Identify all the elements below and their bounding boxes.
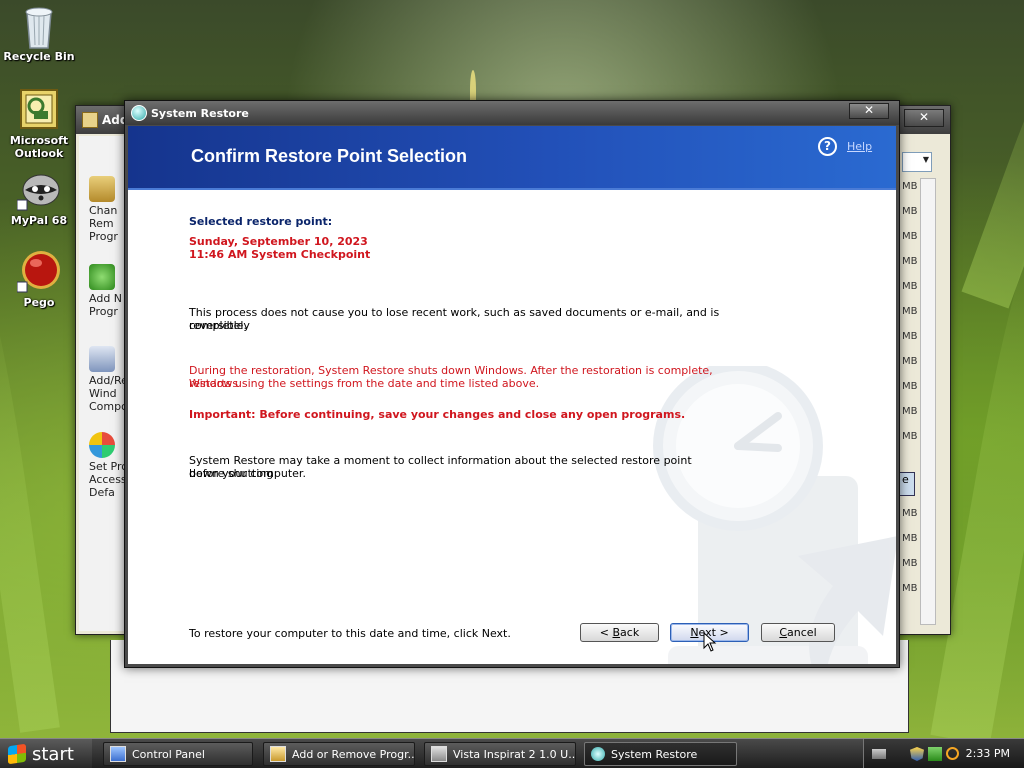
help-icon[interactable]: ? [818, 137, 837, 156]
mouse-cursor-icon [703, 632, 717, 652]
outlook-icon [17, 88, 61, 132]
add-remove-programs-icon [270, 746, 286, 762]
window-icon [82, 112, 98, 128]
system-restore-icon [591, 747, 605, 761]
desktop-icon-label: Microsoft [9, 134, 69, 147]
mypal-icon [16, 168, 61, 212]
restore-point-description: 11:46 AM System Checkpoint [189, 248, 371, 261]
start-button[interactable]: start [0, 739, 92, 768]
clock[interactable]: 2:33 PM [966, 747, 1010, 760]
pego-icon [16, 250, 61, 294]
important-warning: Important: Before continuing, save your … [189, 408, 686, 421]
page-title: Confirm Restore Point Selection [191, 146, 468, 166]
desktop-icon-mypal[interactable]: MyPal 68 [0, 168, 78, 227]
dialog-title: System Restore [151, 106, 249, 120]
taskbar-button-add-remove[interactable]: Add or Remove Progr... [263, 742, 415, 766]
taskbar-button-control-panel[interactable]: Control Panel [103, 742, 253, 766]
network-icon[interactable] [928, 747, 942, 761]
desktop-icon-recycle-bin[interactable]: Recycle Bin [0, 4, 78, 63]
desktop-icon-label: Recycle Bin [3, 50, 75, 63]
system-restore-icon [131, 105, 147, 121]
taskbar-button-vista-inspirat[interactable]: Vista Inspirat 2 1.0 U... [424, 742, 576, 766]
taskbar-button-system-restore[interactable]: System Restore [584, 742, 737, 766]
windows-logo-icon [8, 743, 26, 765]
warning-paragraph-line: restarts using the settings from the dat… [189, 377, 540, 390]
cancel-button[interactable]: Cancel [761, 623, 835, 642]
system-restore-dialog[interactable]: System Restore ✕ Confirm Restore Point S… [124, 100, 900, 668]
components-icon [89, 346, 115, 372]
security-shield-icon[interactable] [910, 747, 924, 761]
sort-by-dropdown[interactable] [902, 152, 932, 172]
programs-icon [89, 176, 115, 202]
search-icon[interactable] [946, 747, 959, 760]
grass-decoration [961, 9, 1024, 309]
help-link[interactable]: Help [847, 140, 872, 153]
dialog-body: Confirm Restore Point Selection ? Help S… [128, 126, 896, 664]
info-paragraph-line: reversible. [189, 319, 247, 332]
close-button[interactable]: ✕ [849, 103, 889, 119]
program-access-icon [89, 432, 115, 458]
dialog-titlebar[interactable]: System Restore [125, 101, 899, 125]
taskbar: start Control Panel Add or Remove Progr.… [0, 738, 1024, 768]
keyboard-icon[interactable] [872, 749, 886, 759]
close-button[interactable]: ✕ [904, 109, 944, 127]
desktop-icon-label: MyPal 68 [10, 214, 68, 227]
desktop-icon-outlook[interactable]: Microsoft Outlook [0, 88, 78, 160]
remove-button[interactable]: e [899, 472, 915, 496]
info-paragraph-line: down your computer. [189, 467, 306, 480]
programs-scrollbar[interactable] [920, 178, 936, 625]
restore-point-date: Sunday, September 10, 2023 [189, 235, 368, 248]
system-tray: 2:33 PM [863, 739, 1024, 768]
grass-decoration [0, 251, 60, 733]
back-button[interactable]: < Back [580, 623, 659, 642]
add-program-icon [89, 264, 115, 290]
control-panel-icon [110, 746, 126, 762]
desktop-icon-label: Pego [23, 296, 55, 309]
installer-icon [431, 746, 447, 762]
dialog-header: Confirm Restore Point Selection ? Help [128, 126, 896, 190]
selected-restore-point-label: Selected restore point: [189, 215, 333, 228]
desktop-icon-label: Outlook [14, 147, 64, 160]
recycle-bin-icon [17, 4, 61, 49]
desktop-icon-pego[interactable]: Pego [0, 250, 78, 309]
